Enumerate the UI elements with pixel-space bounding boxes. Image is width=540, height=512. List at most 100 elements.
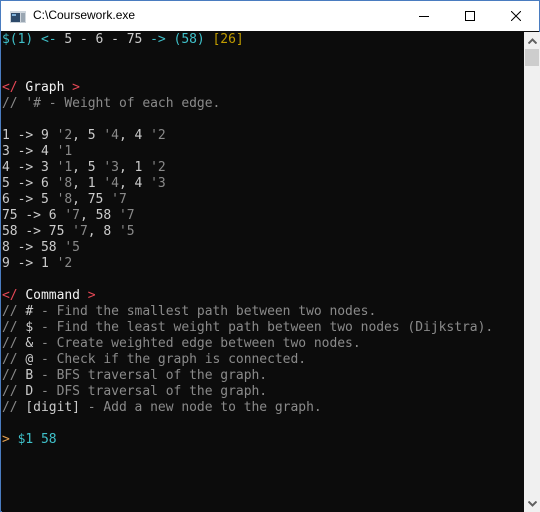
edge-weight: '8 (56, 192, 73, 207)
edge-row: 58 -> 75 '7, 8 '5 (2, 224, 135, 239)
scrollbar-thumb[interactable] (525, 49, 539, 66)
command-key: B (25, 368, 34, 383)
edge-row: 3 -> 4 '1 (2, 144, 73, 159)
edge-row: 4 -> 3 '1, 5 '3, 1 '2 (2, 160, 166, 175)
scroll-up-button[interactable] (524, 32, 540, 49)
command-header: </ Command > (2, 288, 524, 304)
edge-target-node: 75 (48, 224, 65, 239)
command-row: // & - Create weighted edge between two … (2, 336, 524, 352)
edge-target-node: 58 (40, 240, 57, 255)
prompt-symbol: > (2, 432, 10, 447)
edge-target-node: 6 (40, 176, 49, 191)
tag-open: </ (2, 288, 18, 303)
command-description: - BFS traversal of the graph. (40, 368, 268, 383)
command-row: // $ - Find the least weight path betwee… (2, 320, 524, 336)
edge-target-node: 1 (134, 160, 143, 175)
edge-target-node: 1 (40, 256, 49, 271)
path-end: (58) (173, 32, 205, 47)
edge-weight: '7 (64, 208, 80, 223)
command-description: - Check if the graph is connected. (40, 352, 307, 367)
edge-target-node: 4 (134, 128, 143, 143)
path-arrow-left: <- (40, 32, 57, 47)
edge-weight: '4 (103, 128, 119, 143)
edge-target-node: 6 (48, 208, 57, 223)
comment-slashes: // (2, 352, 18, 367)
comment-slashes: // (2, 336, 18, 351)
edge-weight: '2 (56, 256, 73, 271)
command-row: // [digit] - Add a new node to the graph… (2, 400, 524, 416)
tag-open: </ (2, 80, 18, 95)
maximize-button[interactable] (447, 1, 493, 31)
edge-row: 8 -> 58 '5 (2, 240, 80, 255)
edge-row: 5 -> 6 '8, 1 '4, 4 '3 (2, 176, 166, 191)
edge-weight: '5 (64, 240, 80, 255)
edge-source-node: 1 (2, 128, 10, 143)
comment-slashes: // (2, 304, 18, 319)
command-row: // # - Find the smallest path between tw… (2, 304, 524, 320)
command-description: - DFS traversal of the graph. (40, 384, 268, 399)
edge-source-node: 9 (2, 256, 10, 271)
edge-source-node: 8 (2, 240, 10, 255)
comment-slashes: // (2, 384, 18, 399)
command-description: - Add a new node to the graph. (87, 400, 322, 415)
prompt-line[interactable]: > $1 58 (2, 432, 524, 448)
command-row: // B - BFS traversal of the graph. (2, 368, 524, 384)
console-window: C:\Coursework.exe $(1) <- 5 - 6 - 75 -> … (0, 0, 540, 512)
edge-target-node: 8 (103, 224, 112, 239)
edge-target-node: 4 (40, 144, 49, 159)
command-key: D (25, 384, 34, 399)
path-arrow-right: -> (150, 32, 166, 47)
edge-target-node: 5 (87, 128, 96, 143)
command-title: Command (25, 288, 80, 303)
command-description: - Find the smallest path between two nod… (40, 304, 377, 319)
edge-weight: '2 (56, 128, 73, 143)
title-bar[interactable]: C:\Coursework.exe (1, 1, 539, 31)
console-app-icon (10, 10, 26, 23)
comment-slashes: // (2, 368, 18, 383)
path-total-weight: [26] (212, 32, 244, 47)
minimize-icon (419, 16, 429, 17)
command-key: & (25, 336, 34, 351)
edge-target-node: 75 (87, 192, 104, 207)
path-middle: 5 - 6 - 75 (64, 32, 143, 47)
terminal-output[interactable]: $(1) <- 5 - 6 - 75 -> (58) [26] </ Graph… (2, 32, 524, 512)
edge-weight: '7 (111, 192, 127, 207)
command-key: $ (25, 320, 34, 335)
edge-weight: '7 (118, 208, 135, 223)
edge-weight: '2 (150, 160, 166, 175)
edge-list: 1 -> 9 '2, 5 '4, 4 '2 3 -> 4 '1 4 -> 3 '1,… (2, 128, 524, 272)
chevron-up-icon (527, 37, 537, 44)
edge-row: 75 -> 6 '7, 58 '7 (2, 208, 135, 223)
close-button[interactable] (493, 1, 539, 31)
edge-weight: '2 (150, 128, 166, 143)
edge-weight: '3 (150, 176, 166, 191)
tag-close: > (87, 288, 96, 303)
scroll-down-button[interactable] (524, 495, 540, 512)
edge-weight: '4 (103, 176, 119, 191)
comment-slashes: // (2, 400, 18, 415)
edge-target-node: 1 (87, 176, 96, 191)
path-result-line: $(1) <- 5 - 6 - 75 -> (58) [26] (2, 32, 524, 48)
edge-target-node: 5 (87, 160, 96, 175)
command-list: // # - Find the smallest path between tw… (2, 304, 524, 416)
command-row: // D - DFS traversal of the graph. (2, 384, 524, 400)
command-key: # (25, 304, 34, 319)
edge-weight: '3 (103, 160, 119, 175)
graph-header: </ Graph > (2, 80, 524, 96)
edge-weight: '1 (56, 160, 73, 175)
command-description: - Find the least weight path between two… (40, 320, 494, 335)
comment-slashes: // (2, 320, 18, 335)
prompt-input[interactable]: $1 58 (18, 432, 57, 447)
edge-target-node: 58 (95, 208, 112, 223)
edge-row: 6 -> 5 '8, 75 '7 (2, 192, 127, 207)
vertical-scrollbar[interactable] (524, 32, 540, 512)
edge-source-node: 58 (2, 224, 18, 239)
edge-target-node: 9 (40, 128, 49, 143)
edge-weight: '5 (118, 224, 135, 239)
edge-source-node: 5 (2, 176, 10, 191)
minimize-button[interactable] (401, 1, 447, 31)
